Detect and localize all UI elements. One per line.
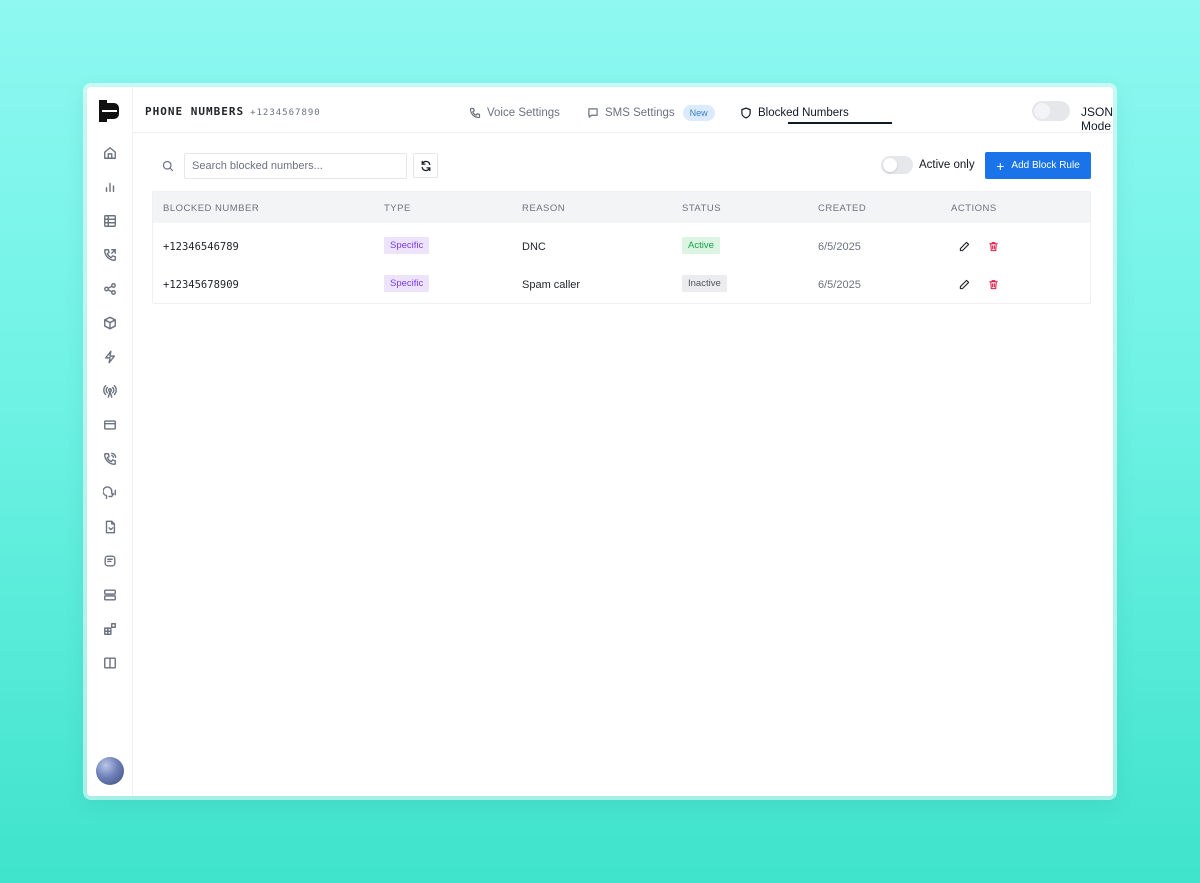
app-logo[interactable]: [98, 99, 122, 123]
tab-sms-settings[interactable]: SMS Settings New: [587, 103, 715, 123]
delete-icon[interactable]: [986, 277, 1000, 291]
column-header-created: CREATED: [818, 203, 867, 214]
add-block-rule-button[interactable]: + Add Block Rule: [985, 152, 1091, 179]
type-badge: Specific: [384, 237, 430, 254]
blocked-number-cell: +12346546789: [163, 241, 239, 253]
page-title: PHONE NUMBERS +1234567890: [145, 105, 321, 118]
home-icon[interactable]: [100, 143, 120, 163]
json-mode-label: JSON Mode: [1081, 105, 1113, 133]
search-icon: [162, 159, 174, 172]
page-title-text: PHONE NUMBERS: [145, 105, 245, 118]
voice-icon[interactable]: [100, 483, 120, 503]
table-row: +12346546789 Specific DNC Active 6/5/202…: [153, 228, 1090, 266]
column-header-reason: REASON: [522, 203, 566, 214]
credit-card-icon[interactable]: [100, 415, 120, 435]
package-icon[interactable]: [100, 313, 120, 333]
phone-forward-icon[interactable]: [100, 245, 120, 265]
message-icon: [588, 108, 598, 118]
column-header-status: STATUS: [682, 203, 722, 214]
edit-icon[interactable]: [957, 277, 971, 291]
avatar[interactable]: [96, 757, 124, 785]
table-row: +12345678909 Specific Spam caller Inacti…: [153, 266, 1090, 304]
json-mode-toggle[interactable]: [1032, 101, 1070, 121]
new-badge: New: [682, 105, 715, 121]
status-badge: Active: [682, 237, 720, 254]
analytics-icon[interactable]: [100, 177, 120, 197]
tab-blocked-numbers[interactable]: Blocked Numbers: [740, 103, 849, 123]
column-header-actions: ACTIONS: [951, 203, 997, 214]
active-only-label: Active only: [919, 159, 975, 171]
widgets-icon[interactable]: [100, 619, 120, 639]
refresh-button[interactable]: [413, 153, 438, 178]
delete-icon[interactable]: [986, 239, 1000, 253]
top-bar: PHONE NUMBERS +1234567890 Voice Settings …: [133, 87, 1113, 133]
blocked-numbers-table: BLOCKED NUMBER TYPE REASON STATUS CREATE…: [152, 191, 1091, 304]
active-tab-indicator: [788, 122, 892, 124]
tab-sms-settings-label: SMS Settings: [605, 107, 675, 119]
phone-call-icon[interactable]: [100, 449, 120, 469]
tab-voice-settings[interactable]: Voice Settings: [469, 103, 560, 123]
server-icon[interactable]: [100, 585, 120, 605]
status-badge: Inactive: [682, 275, 727, 292]
add-block-rule-label: Add Block Rule: [1011, 160, 1080, 171]
broadcast-icon[interactable]: [100, 381, 120, 401]
columns-icon[interactable]: [100, 653, 120, 673]
column-header-blocked-number: BLOCKED NUMBER: [163, 203, 260, 214]
table-icon[interactable]: [100, 211, 120, 231]
search-input[interactable]: [184, 153, 407, 179]
created-date-cell: 6/5/2025: [818, 279, 861, 291]
share-icon[interactable]: [100, 279, 120, 299]
type-badge: Specific: [384, 275, 430, 292]
table-header: BLOCKED NUMBER TYPE REASON STATUS CREATE…: [153, 192, 1090, 223]
column-header-type: TYPE: [384, 203, 411, 214]
reason-cell: Spam caller: [522, 279, 581, 291]
file-icon[interactable]: [100, 517, 120, 537]
message-square-icon[interactable]: [100, 551, 120, 571]
sidebar: [87, 87, 133, 796]
active-only-toggle[interactable]: [881, 156, 913, 174]
edit-icon[interactable]: [957, 239, 971, 253]
tab-voice-settings-label: Voice Settings: [487, 107, 560, 119]
created-date-cell: 6/5/2025: [818, 241, 861, 253]
reason-cell: DNC: [522, 241, 546, 253]
blocked-number-cell: +12345678909: [163, 279, 239, 291]
refresh-icon: [421, 160, 430, 171]
bolt-icon[interactable]: [100, 347, 120, 367]
plus-icon: +: [996, 157, 1005, 174]
phone-number-label: +1234567890: [250, 108, 321, 118]
shield-icon: [741, 107, 751, 119]
app-window: PHONE NUMBERS +1234567890 Voice Settings …: [87, 87, 1113, 796]
phone-icon: [469, 107, 481, 119]
tab-blocked-numbers-label: Blocked Numbers: [758, 107, 849, 119]
